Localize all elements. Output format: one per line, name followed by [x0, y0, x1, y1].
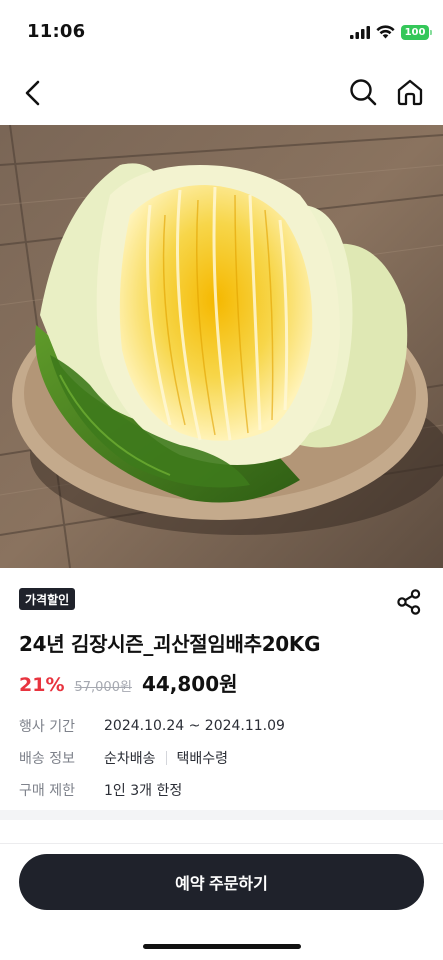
nav-bar [0, 64, 443, 122]
price-row: 21% 57,000원 44,800원 [19, 668, 238, 696]
reserve-order-button[interactable]: 예약 주문하기 [19, 854, 424, 910]
search-button[interactable] [348, 77, 378, 107]
share-button[interactable] [395, 588, 423, 616]
product-photo [0, 125, 443, 568]
search-icon [350, 79, 377, 106]
status-time: 11:06 [27, 21, 86, 42]
status-bar: 11:06 100 [0, 0, 443, 60]
home-icon [397, 79, 423, 106]
divider [0, 843, 443, 844]
original-price: 57,000원 [74, 680, 132, 695]
info-label: 행사 기간 [19, 719, 75, 735]
home-button[interactable] [395, 77, 425, 107]
product-info: 행사 기간 2024.10.24 ~ 2024.11.09 배송 정보 순차배송… [19, 710, 419, 806]
info-row-shipping: 배송 정보 순차배송 택배수령 [19, 742, 419, 774]
discount-badge: 가격할인 [19, 588, 76, 610]
divider [165, 751, 167, 765]
shipping-type: 택배수령 [176, 751, 229, 767]
info-label: 배송 정보 [19, 751, 75, 767]
chevron-left-icon [25, 80, 40, 106]
signal-icon [350, 25, 370, 39]
info-label: 구매 제한 [19, 783, 75, 799]
back-button[interactable] [18, 77, 50, 109]
status-icons: 100 [350, 24, 432, 40]
battery-indicator: 100 [401, 24, 432, 40]
wifi-icon [376, 25, 395, 39]
home-indicator [143, 944, 301, 949]
info-value: 2024.10.24 ~ 2024.11.09 [104, 718, 285, 734]
share-icon [397, 589, 421, 615]
info-row-period: 행사 기간 2024.10.24 ~ 2024.11.09 [19, 710, 419, 742]
product-image [0, 125, 443, 568]
info-row-limit: 구매 제한 1인 3개 한정 [19, 774, 419, 806]
shipping-method: 순차배송 [104, 751, 156, 767]
product-title: 24년 김장시즌_괴산절임배추20KG [19, 632, 321, 656]
discount-rate: 21% [19, 674, 65, 696]
info-value: 1인 3개 한정 [104, 783, 183, 799]
section-divider [0, 810, 443, 820]
sale-price: 44,800원 [141, 672, 238, 696]
